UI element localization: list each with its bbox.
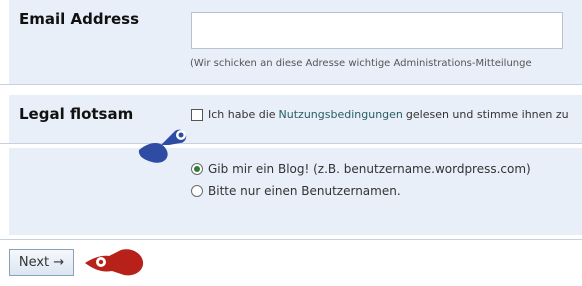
- signup-form-screenshot: Email Address (Wir schicken an diese Adr…: [0, 0, 582, 286]
- terms-checkbox[interactable]: [191, 108, 203, 121]
- email-help-text: (Wir schicken an diese Adresse wichtige …: [190, 58, 532, 69]
- terms-checkbox-line: Ich habe die Nutzungsbedingungen gelesen…: [191, 108, 569, 121]
- legal-label: Legal flotsam: [19, 105, 134, 123]
- legal-row: Legal flotsam Ich habe die Nutzungsbedin…: [9, 95, 582, 143]
- blog-option-1[interactable]: Gib mir ein Blog! (z.B. benutzername.wor…: [191, 162, 531, 176]
- blog-choice-row: Gib mir ein Blog! (z.B. benutzername.wor…: [9, 148, 582, 235]
- radio-unselected-icon[interactable]: [191, 185, 203, 197]
- row-divider: [0, 239, 582, 240]
- blog-option-2-label: Bitte nur einen Benutzernamen.: [208, 184, 401, 198]
- row-divider: [0, 143, 582, 144]
- blog-option-2[interactable]: Bitte nur einen Benutzernamen.: [191, 184, 401, 198]
- red-pushpin-mark-icon: [85, 249, 144, 276]
- blog-option-1-label: Gib mir ein Blog! (z.B. benutzername.wor…: [208, 162, 531, 176]
- terms-link[interactable]: Nutzungsbedingungen: [279, 108, 403, 121]
- email-field[interactable]: [191, 12, 563, 49]
- next-button[interactable]: Next →: [9, 249, 74, 276]
- email-label: Email Address: [19, 10, 140, 28]
- terms-suffix: gelesen und stimme ihnen zu: [405, 108, 569, 121]
- row-divider: [0, 84, 582, 85]
- email-row: Email Address (Wir schicken an diese Adr…: [9, 0, 582, 84]
- radio-selected-icon[interactable]: [191, 163, 203, 175]
- terms-prefix: Ich habe die: [208, 108, 276, 121]
